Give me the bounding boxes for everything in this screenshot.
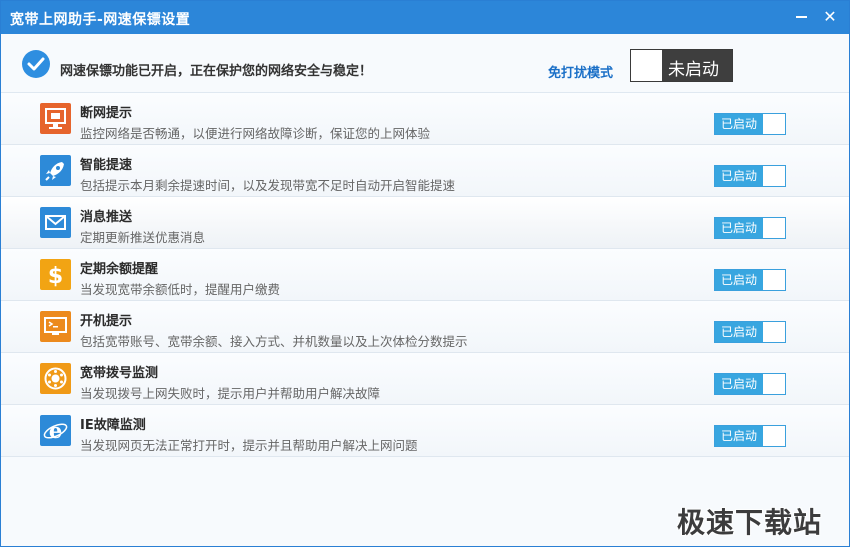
feature-toggle[interactable]: 已启动 (714, 425, 786, 447)
toggle-on-label: 已启动 (715, 114, 763, 134)
envelope-icon (40, 207, 71, 238)
feature-desc: 包括提示本月剩余提速时间，以及发现带宽不足时自动开启智能提速 (80, 178, 456, 193)
toggle-on-label: 已启动 (715, 426, 763, 446)
toggle-on-label: 已启动 (715, 374, 763, 394)
feature-name: 定期余额提醒 (80, 262, 159, 277)
minimize-icon (796, 16, 807, 18)
feature-toggle[interactable]: 已启动 (714, 113, 786, 135)
do-not-disturb-label: 免打扰模式 (548, 66, 614, 81)
feature-row-dialup-monitor: 宽带拨号监测 当发现拨号上网失败时，提示用户并帮助用户解决故障 已启动 (1, 353, 849, 405)
feature-row-balance-reminder: $ 定期余额提醒 当发现宽带余额低时，提醒用户缴费 已启动 (1, 249, 849, 301)
terminal-icon (40, 311, 71, 342)
feature-name: 智能提速 (80, 158, 133, 173)
status-message: 网速保镖功能已开启，正在保护您的网络安全与稳定！ (60, 64, 373, 79)
feature-desc: 监控网络是否畅通，以便进行网络故障诊断，保证您的上网体验 (80, 126, 431, 141)
svg-text:$: $ (48, 264, 63, 289)
rocket-icon (40, 155, 71, 186)
window-title: 宽带上网助手-网速保镖设置 (10, 12, 191, 28)
watermark: 极速下载站 (677, 506, 823, 539)
title-bar: 宽带上网助手-网速保镖设置 ✕ (1, 1, 849, 34)
feature-name: 开机提示 (80, 314, 133, 329)
status-bar: 网速保镖功能已开启，正在保护您的网络安全与稳定！ 免打扰模式 未启动 (1, 34, 849, 93)
feature-toggle[interactable]: 已启动 (714, 269, 786, 291)
feature-name: 断网提示 (80, 106, 133, 121)
do-not-disturb-toggle[interactable]: 未启动 (630, 49, 733, 82)
feature-name: 宽带拨号监测 (80, 366, 159, 381)
feature-row-startup-tips: 开机提示 包括宽带账号、宽带余额、接入方式、并机数量以及上次体检分数提示 已启动 (1, 301, 849, 353)
feature-list: 断网提示 监控网络是否畅通，以便进行网络故障诊断，保证您的上网体验 已启动 智能… (1, 93, 849, 457)
minimize-button[interactable] (791, 7, 813, 27)
toggle-on-label: 已启动 (715, 270, 763, 290)
monitor-icon (40, 103, 71, 134)
feature-desc: 当发现拨号上网失败时，提示用户并帮助用户解决故障 (80, 386, 381, 401)
toggle-on-label: 已启动 (715, 322, 763, 342)
svg-text:e: e (49, 418, 62, 443)
feature-desc: 当发现宽带余额低时，提醒用户缴费 (80, 282, 281, 297)
toggle-knob (631, 50, 662, 81)
close-icon: ✕ (823, 7, 837, 26)
feature-desc: 当发现网页无法正常打开时，提示并且帮助用户解决上网问题 (80, 438, 418, 453)
do-not-disturb-toggle-text: 未启动 (668, 60, 719, 80)
feature-name: IE故障监测 (80, 418, 146, 433)
dollar-icon: $ (40, 259, 71, 290)
feature-row-smart-speedup: 智能提速 包括提示本月剩余提速时间，以及发现带宽不足时自动开启智能提速 已启动 (1, 145, 849, 197)
feature-toggle[interactable]: 已启动 (714, 321, 786, 343)
feature-toggle[interactable]: 已启动 (714, 165, 786, 187)
toggle-on-label: 已启动 (715, 218, 763, 238)
feature-row-disconnect-alert: 断网提示 监控网络是否畅通，以便进行网络故障诊断，保证您的上网体验 已启动 (1, 93, 849, 145)
ie-icon: e (40, 415, 71, 446)
feature-row-message-push: 消息推送 定期更新推送优惠消息 已启动 (1, 197, 849, 249)
feature-row-ie-fault-monitor: e IE故障监测 当发现网页无法正常打开时，提示并且帮助用户解决上网问题 已启动 (1, 405, 849, 457)
dial-icon (40, 363, 71, 394)
feature-toggle[interactable]: 已启动 (714, 373, 786, 395)
feature-desc: 包括宽带账号、宽带余额、接入方式、并机数量以及上次体检分数提示 (80, 334, 468, 349)
toggle-on-label: 已启动 (715, 166, 763, 186)
settings-window: 宽带上网助手-网速保镖设置 ✕ 网速保镖功能已开启，正在保护您的网络安全与稳定！… (0, 0, 850, 547)
close-button[interactable]: ✕ (819, 7, 841, 27)
feature-toggle[interactable]: 已启动 (714, 217, 786, 239)
feature-name: 消息推送 (80, 210, 133, 225)
check-circle-icon (22, 50, 50, 78)
feature-desc: 定期更新推送优惠消息 (80, 230, 206, 245)
